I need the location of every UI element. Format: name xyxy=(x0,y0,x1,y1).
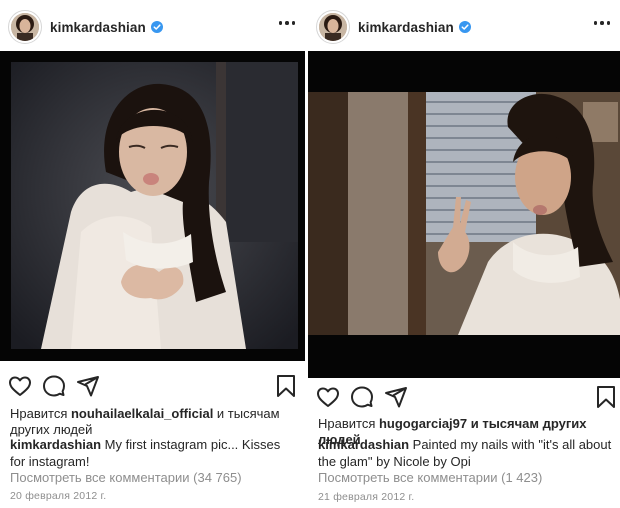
heart-icon[interactable] xyxy=(8,374,32,398)
comment-icon[interactable] xyxy=(42,374,66,398)
avatar-image xyxy=(11,13,39,41)
post-photo[interactable] xyxy=(308,92,620,335)
post-actions xyxy=(0,372,305,402)
paper-plane-icon[interactable] xyxy=(76,374,100,398)
post-photo[interactable] xyxy=(11,62,298,349)
post-card-right: kimkardashian Нравится hugogarciaj97 и т… xyxy=(305,0,620,508)
bookmark-icon[interactable] xyxy=(275,374,297,398)
avatar-image xyxy=(319,13,347,41)
likes-prefix: Нравится xyxy=(318,416,379,431)
post-date: 20 февраля 2012 г. xyxy=(10,490,107,502)
username[interactable]: kimkardashian xyxy=(358,20,454,35)
verified-badge-icon xyxy=(458,21,471,33)
caption-username[interactable]: kimkardashian xyxy=(10,437,101,452)
likes-username[interactable]: hugogarciaj97 xyxy=(379,416,467,431)
likes-line: Нравится nouhailaelkalai_official и тыся… xyxy=(10,406,297,438)
caption: kimkardashian Painted my nails with "it'… xyxy=(318,436,612,470)
view-comments-link[interactable]: Посмотреть все комментарии (1 423) xyxy=(318,470,612,486)
paper-plane-icon[interactable] xyxy=(384,385,408,409)
likes-prefix: Нравится xyxy=(10,406,71,421)
username[interactable]: kimkardashian xyxy=(50,20,146,35)
likes-username[interactable]: nouhailaelkalai_official xyxy=(71,406,213,421)
comment-icon[interactable] xyxy=(350,385,374,409)
more-options-icon[interactable] xyxy=(278,21,295,25)
post-media xyxy=(0,51,305,361)
caption: kimkardashian My first instagram pic... … xyxy=(10,436,297,470)
avatar[interactable] xyxy=(316,10,350,44)
heart-icon[interactable] xyxy=(316,385,340,409)
more-options-icon[interactable] xyxy=(593,21,610,25)
verified-badge-icon xyxy=(150,21,163,33)
avatar[interactable] xyxy=(8,10,42,44)
post-actions xyxy=(308,383,620,413)
caption-username[interactable]: kimkardashian xyxy=(318,437,409,452)
post-header: kimkardashian xyxy=(0,0,305,54)
view-comments-link[interactable]: Посмотреть все комментарии (34 765) xyxy=(10,470,297,486)
post-media xyxy=(308,51,620,378)
post-date: 21 февраля 2012 г. xyxy=(318,491,415,503)
post-card-left: kimkardashian Нравится nouhailaelkalai_o… xyxy=(0,0,305,508)
bookmark-icon[interactable] xyxy=(595,385,617,409)
post-header: kimkardashian xyxy=(308,0,620,54)
